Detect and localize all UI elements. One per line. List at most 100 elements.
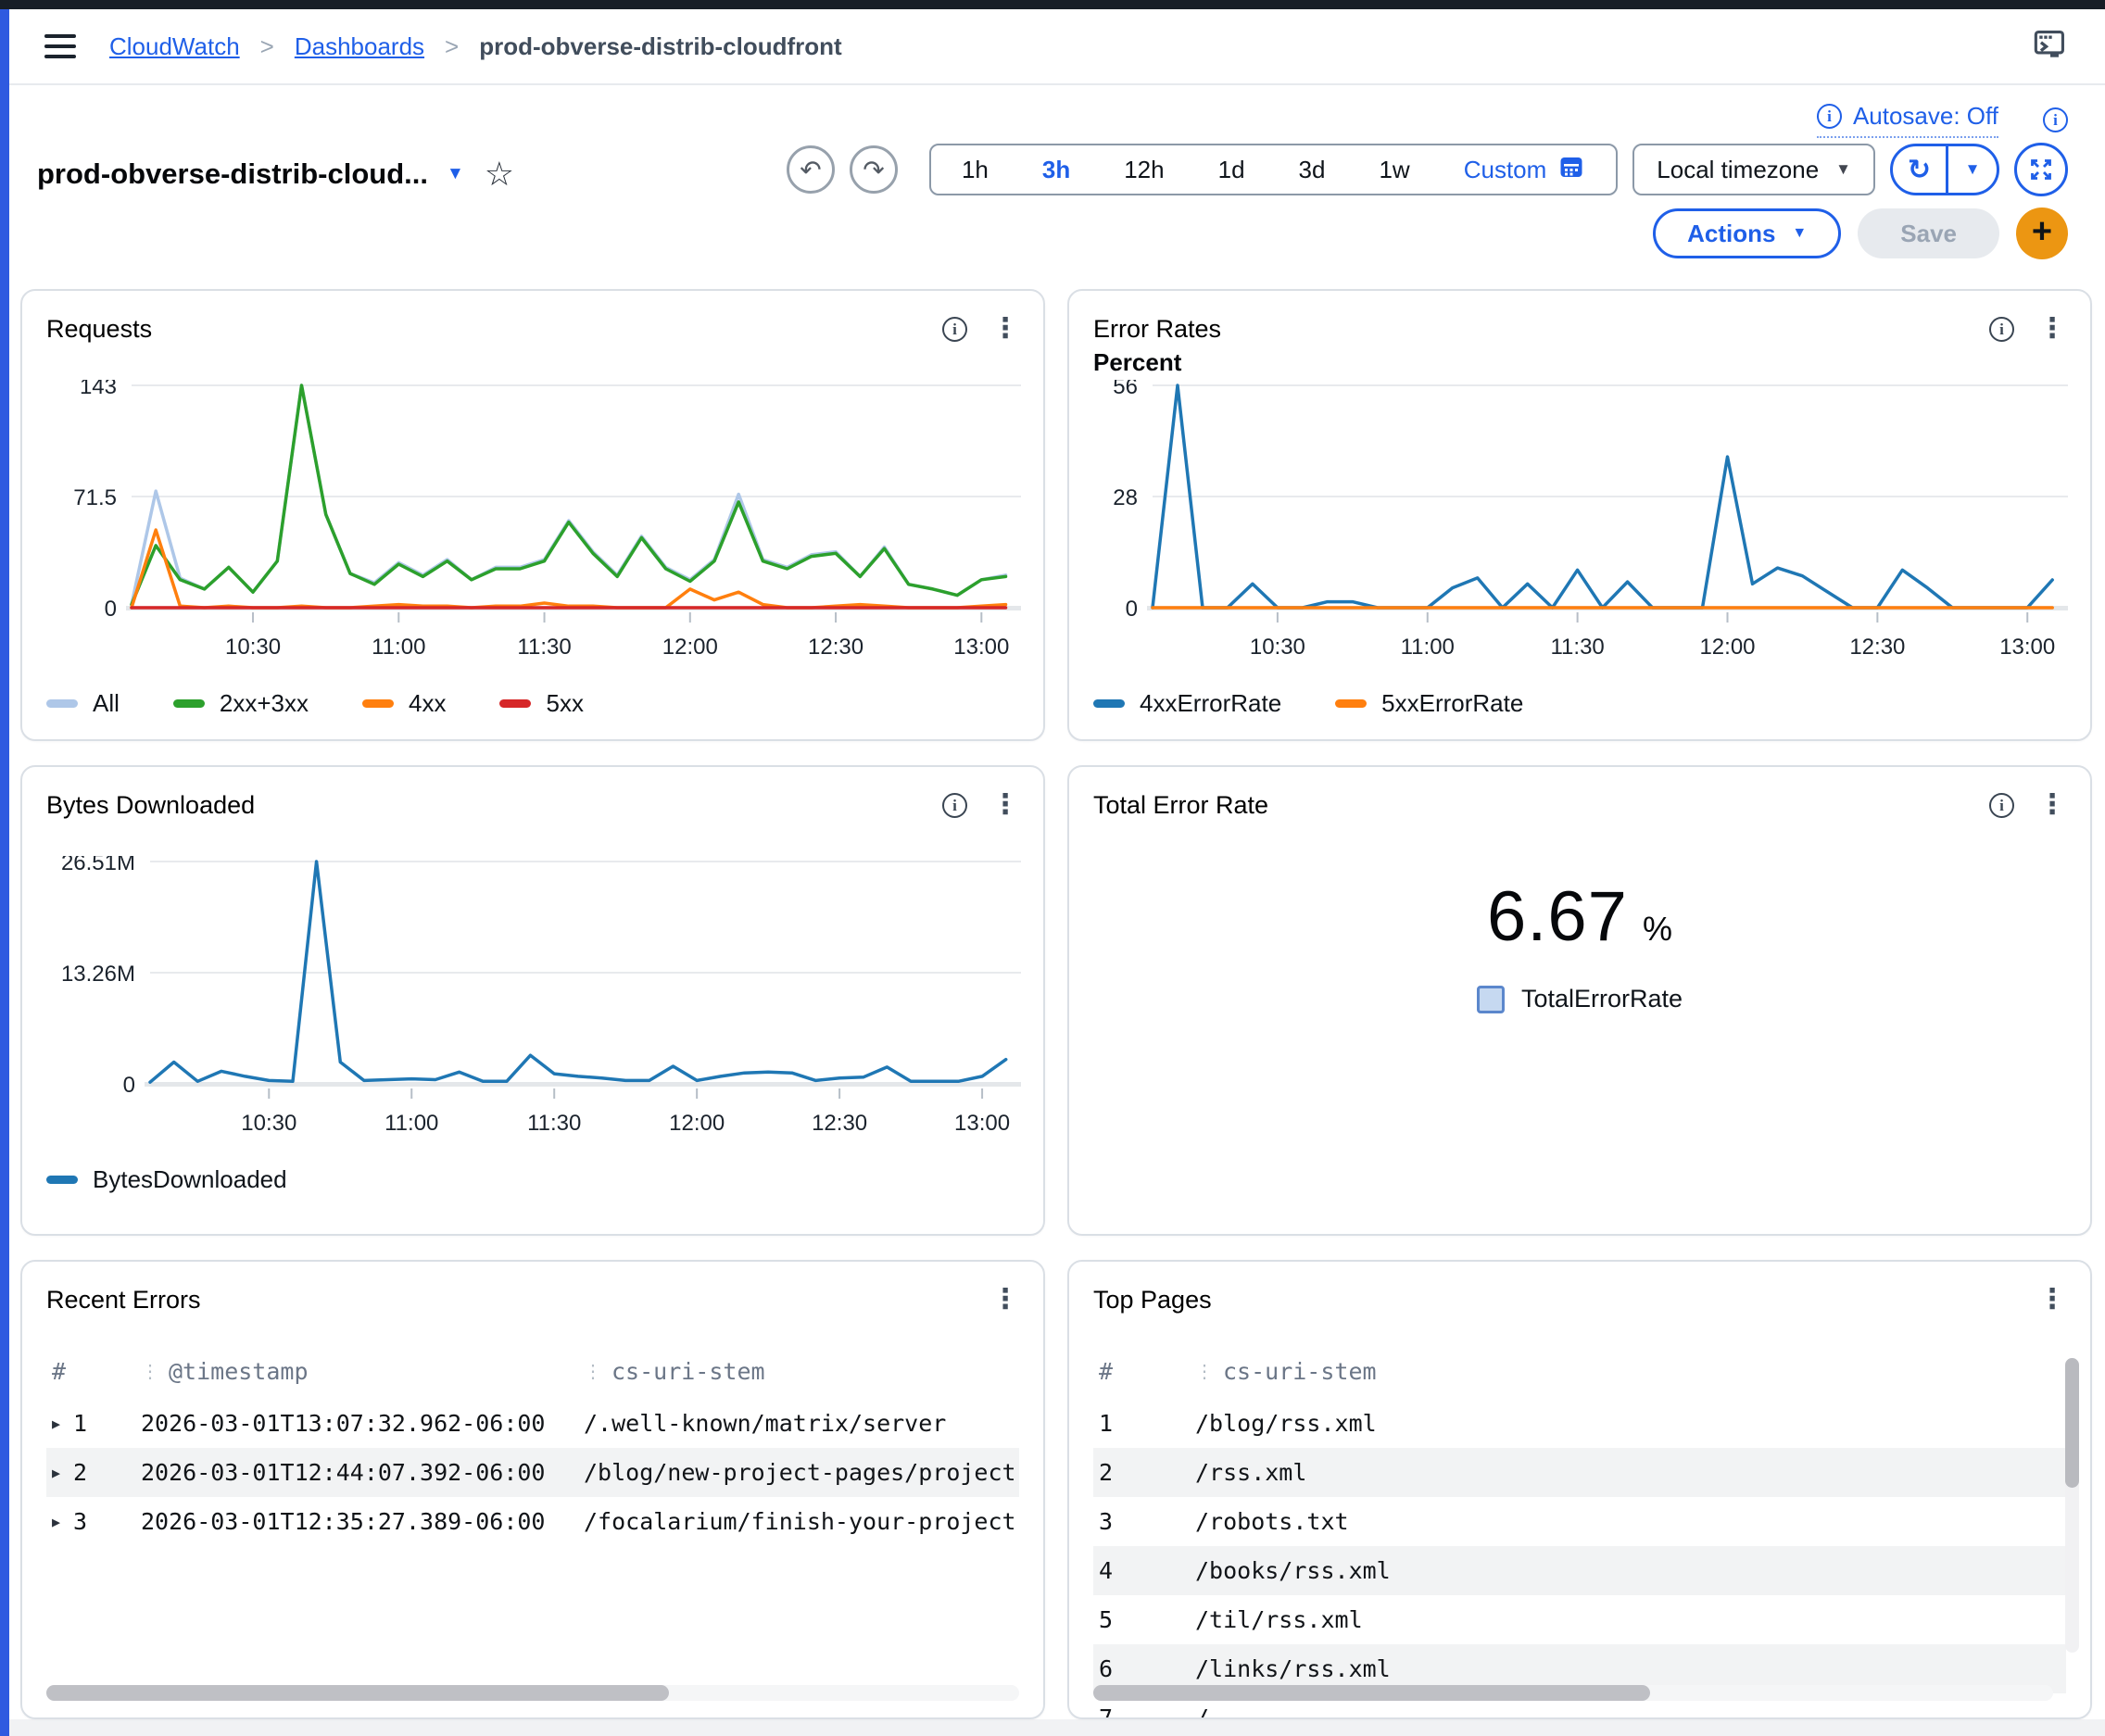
- table-row[interactable]: ▶32026-03-01T12:35:27.389-06:00/focalari…: [46, 1497, 1019, 1546]
- y-axis-unit-label: [46, 824, 1019, 856]
- widgets-grid: Requests i ⋮ 14371.5010:3011:0011:3012:0…: [20, 289, 2092, 1719]
- table-row[interactable]: ▶22026-03-01T12:44:07.392-06:00/blog/new…: [46, 1448, 1019, 1497]
- chevron-down-icon: ▼: [1792, 225, 1807, 242]
- table-row[interactable]: ▶12026-03-01T13:07:32.962-06:00/.well-kn…: [46, 1399, 1019, 1448]
- kebab-menu-icon[interactable]: ⋮: [991, 315, 1019, 343]
- legend-item-2xx+3xx[interactable]: 2xx+3xx: [173, 689, 309, 718]
- svg-text:0: 0: [1126, 597, 1138, 622]
- row-number: 1: [1099, 1410, 1113, 1437]
- undo-icon: ↶: [800, 155, 821, 185]
- table-row: 3/robots.txt: [1093, 1497, 2066, 1546]
- time-range-label: 12h: [1124, 156, 1164, 184]
- widget-title: Bytes Downloaded: [46, 791, 255, 820]
- refresh-options-caret[interactable]: ▼: [1948, 146, 1997, 193]
- time-range-label: 1d: [1218, 156, 1245, 184]
- breadcrumb-dashboards[interactable]: Dashboards: [295, 32, 424, 61]
- horizontal-scrollbar[interactable]: [46, 1685, 1019, 1701]
- row-number-cell: 2: [1099, 1459, 1195, 1486]
- legend-item-4xxerrorrate[interactable]: 4xxErrorRate: [1093, 689, 1281, 718]
- legend-label: 5xx: [546, 689, 583, 718]
- row-expand-icon[interactable]: ▶: [52, 1415, 60, 1432]
- row-expand-icon[interactable]: ▶: [52, 1514, 60, 1530]
- scrollbar-thumb[interactable]: [1093, 1685, 1650, 1701]
- legend-swatch: [1335, 699, 1367, 708]
- widget-title: Recent Errors: [46, 1286, 201, 1315]
- refresh-button[interactable]: ↻: [1893, 146, 1948, 193]
- bytes-downloaded-chart[interactable]: 26.51M13.26M010:3011:0011:3012:0012:3013…: [46, 856, 1021, 1134]
- legend-label: 2xx+3xx: [220, 689, 309, 718]
- requests-chart[interactable]: 14371.5010:3011:0011:3012:0012:3013:00: [46, 380, 1021, 658]
- column-header--[interactable]: #: [52, 1358, 141, 1385]
- column-header--timestamp[interactable]: ⋮@timestamp: [141, 1358, 584, 1385]
- undo-button[interactable]: ↶: [787, 145, 835, 194]
- table-cell: 2026-03-01T12:35:27.389-06:00: [141, 1508, 584, 1535]
- fullscreen-button[interactable]: [2014, 143, 2068, 196]
- title-dropdown-caret-icon[interactable]: ▼: [447, 164, 464, 184]
- kebab-menu-icon[interactable]: ⋮: [991, 791, 1019, 819]
- svg-text:12:00: 12:00: [1699, 635, 1755, 658]
- scrollbar-thumb[interactable]: [2065, 1358, 2079, 1488]
- legend-item-5xxerrorrate[interactable]: 5xxErrorRate: [1335, 689, 1523, 718]
- row-expand-icon[interactable]: ▶: [52, 1465, 60, 1481]
- kebab-menu-icon[interactable]: ⋮: [2038, 791, 2066, 819]
- time-range-custom[interactable]: Custom: [1437, 145, 1613, 194]
- refresh-split-button: ↻ ▼: [1890, 144, 1999, 195]
- cloudshell-icon[interactable]: [2033, 29, 2068, 65]
- kebab-menu-icon[interactable]: ⋮: [2038, 315, 2066, 343]
- column-header-cs-uri-stem[interactable]: ⋮cs-uri-stem: [584, 1358, 1014, 1385]
- time-range-1d[interactable]: 1d: [1191, 145, 1272, 194]
- kebab-menu-icon[interactable]: ⋮: [2038, 1286, 2066, 1314]
- widget-title: Total Error Rate: [1093, 791, 1268, 820]
- time-range-3h[interactable]: 3h: [1015, 145, 1097, 194]
- add-widget-button[interactable]: +: [2016, 208, 2068, 259]
- error-rates-chart[interactable]: 5628010:3011:0011:3012:0012:3013:00: [1093, 380, 2068, 658]
- legend-item-bytesdownloaded[interactable]: BytesDownloaded: [46, 1165, 287, 1194]
- info-icon[interactable]: i: [942, 317, 967, 342]
- column-resize-handle-icon[interactable]: ⋮: [141, 1360, 159, 1382]
- scrollbar-thumb[interactable]: [46, 1685, 669, 1701]
- legend-item-4xx[interactable]: 4xx: [362, 689, 446, 718]
- table-cell: 2026-03-01T13:07:32.962-06:00: [141, 1410, 584, 1437]
- chart-legend: 4xxErrorRate 5xxErrorRate: [1093, 689, 2066, 718]
- row-number-cell: 6: [1099, 1655, 1195, 1682]
- legend-item-5xx[interactable]: 5xx: [499, 689, 583, 718]
- row-number-cell: ▶1: [52, 1410, 141, 1437]
- timezone-select[interactable]: Local timezone ▼: [1632, 144, 1875, 195]
- legend-swatch: [1477, 986, 1505, 1013]
- svg-text:10:30: 10:30: [225, 635, 281, 658]
- breadcrumb-cloudwatch[interactable]: CloudWatch: [109, 32, 240, 61]
- svg-text:0: 0: [105, 597, 117, 622]
- kebab-menu-icon[interactable]: ⋮: [991, 1286, 1019, 1314]
- widget-top-pages: Top Pages ⋮ #⋮cs-uri-stem1/blog/rss.xml2…: [1067, 1260, 2092, 1719]
- chevron-down-icon: ▼: [1835, 160, 1851, 179]
- save-button[interactable]: Save: [1858, 208, 1999, 258]
- info-icon[interactable]: i: [1989, 317, 2014, 342]
- legend-item-all[interactable]: All: [46, 689, 120, 718]
- favorite-star-icon[interactable]: ☆: [485, 157, 514, 191]
- time-range-label: 1w: [1379, 156, 1409, 184]
- info-icon[interactable]: i: [942, 793, 967, 818]
- column-header--[interactable]: #: [1099, 1358, 1195, 1385]
- legend-label[interactable]: TotalErrorRate: [1521, 985, 1683, 1013]
- hamburger-menu-icon[interactable]: [44, 34, 76, 58]
- table-header-row: #⋮cs-uri-stem: [1093, 1343, 2066, 1399]
- table-cell: /blog/rss.xml: [1195, 1410, 2061, 1437]
- time-range-1w[interactable]: 1w: [1352, 145, 1436, 194]
- redo-button[interactable]: ↷: [850, 145, 898, 194]
- time-range-3d[interactable]: 3d: [1272, 145, 1353, 194]
- column-resize-handle-icon[interactable]: ⋮: [1195, 1360, 1214, 1382]
- actions-button[interactable]: Actions ▼: [1653, 208, 1841, 258]
- column-header-cs-uri-stem[interactable]: ⋮cs-uri-stem: [1195, 1358, 2061, 1385]
- time-range-12h[interactable]: 12h: [1097, 145, 1191, 194]
- table-cell: /til/rss.xml: [1195, 1606, 2061, 1633]
- redo-icon: ↷: [863, 155, 884, 185]
- vertical-scrollbar[interactable]: [2065, 1358, 2079, 1653]
- info-icon[interactable]: i: [1989, 793, 2014, 818]
- autosave-toggle[interactable]: i Autosave: Off: [1817, 102, 1998, 138]
- breadcrumb-chevron-icon: >: [260, 32, 274, 61]
- time-range-1h[interactable]: 1h: [935, 145, 1015, 194]
- column-resize-handle-icon[interactable]: ⋮: [584, 1360, 602, 1382]
- row-number-cell: ▶3: [52, 1508, 141, 1535]
- horizontal-scrollbar[interactable]: [1093, 1685, 2053, 1701]
- info-icon[interactable]: i: [2043, 107, 2068, 132]
